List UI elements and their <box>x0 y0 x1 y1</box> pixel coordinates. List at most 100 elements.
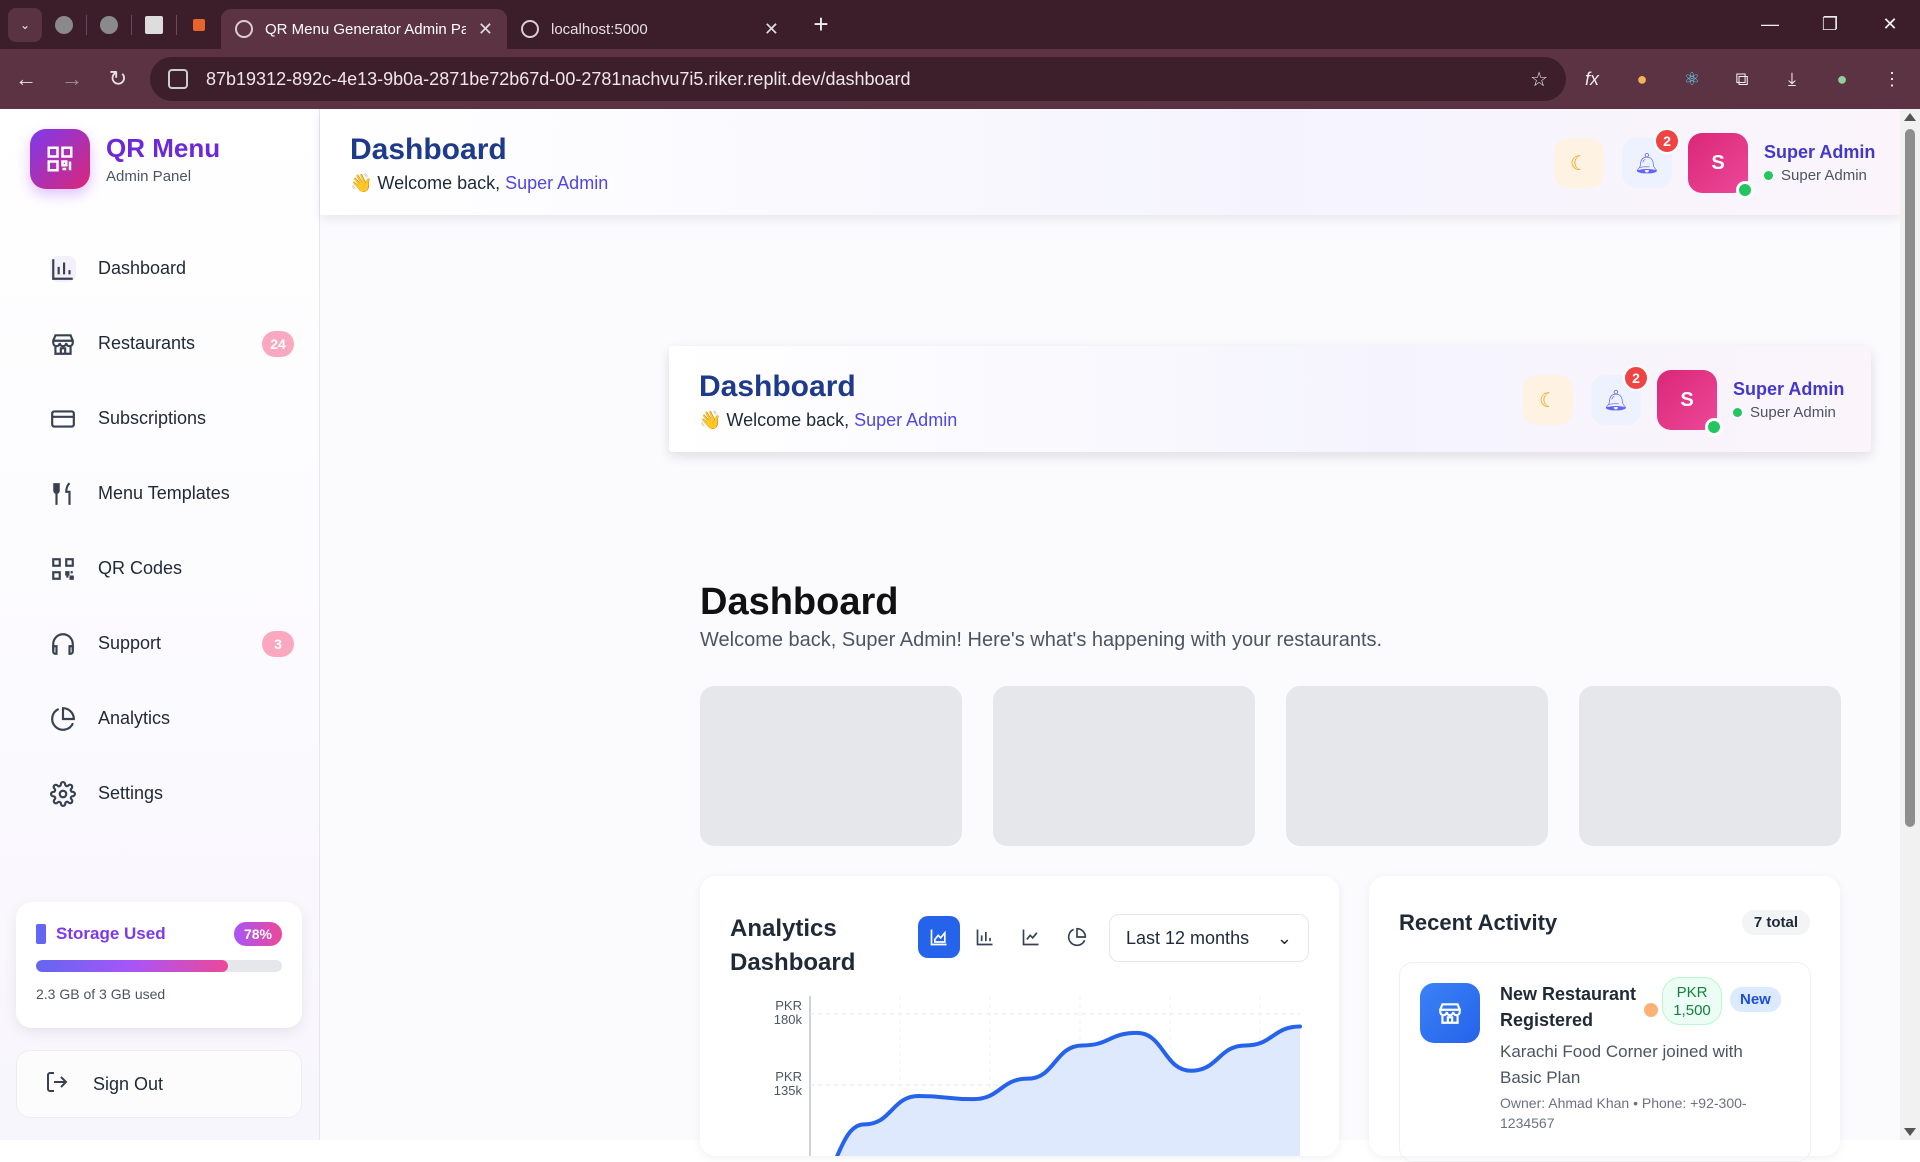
sidebar-item-label: Support <box>98 633 162 653</box>
sidebar-item-label: Settings <box>98 783 164 803</box>
pinned-tab-2[interactable] <box>87 7 131 43</box>
pinned-tab-1[interactable] <box>42 7 86 43</box>
user-role: Super Admin <box>1764 167 1875 184</box>
app-root: QR Menu Admin Panel Dashboard Restaurant… <box>0 109 1920 1162</box>
activity-count-badge: 7 total <box>1741 910 1810 935</box>
activity-owner: Owner: Ahmad Khan • Phone: +92-300-12345… <box>1500 1095 1747 1131</box>
sign-out-button[interactable]: Sign Out <box>16 1050 302 1118</box>
storage-used-text: 2.3 GB of 3 GB used <box>36 986 166 1002</box>
pie-chart-button[interactable] <box>1056 916 1098 958</box>
storage-icon <box>36 924 46 944</box>
forward-icon[interactable]: → <box>52 59 92 99</box>
brand-title: QR Menu <box>106 133 221 163</box>
user-info[interactable]: Super Admin Super Admin <box>1764 142 1875 184</box>
user-info[interactable]: Super Admin Super Admin <box>1733 379 1844 421</box>
browser-menu-icon[interactable]: ⋮ <box>1874 59 1910 99</box>
count-badge: 24 <box>262 331 294 357</box>
activity-item[interactable]: New Restaurant Registered PKR 1,500 New … <box>1399 962 1811 1162</box>
new-tab-button[interactable]: + <box>803 9 839 40</box>
restore-icon[interactable]: ❐ <box>1800 0 1860 49</box>
online-indicator <box>1736 181 1754 199</box>
site-info-icon[interactable] <box>168 69 188 89</box>
y-tick-label: 135k <box>774 1083 803 1098</box>
sidebar-item-subscriptions[interactable]: Subscriptions <box>30 381 300 456</box>
extension-drop-icon[interactable]: ● <box>1624 59 1660 99</box>
activity-description: Karachi Food Corner joined with Basic Pl… <box>1500 1042 1743 1087</box>
bell-icon: 🔔︎ <box>1603 389 1629 412</box>
pinned-tab-4[interactable] <box>177 7 221 43</box>
bell-icon: 🔔︎ <box>1634 152 1660 175</box>
store-icon <box>50 331 76 357</box>
sidebar-item-settings[interactable]: Settings <box>30 756 300 831</box>
pie-chart-icon <box>50 706 76 732</box>
theme-toggle-button[interactable]: ☾ <box>1523 375 1573 425</box>
sidebar-menu: Dashboard Restaurants 24 Subscriptions M… <box>30 231 300 831</box>
notification-count: 2 <box>1623 365 1649 391</box>
sidebar-item-dashboard[interactable]: Dashboard <box>30 231 300 306</box>
y-tick-label: PKR <box>775 998 802 1013</box>
brand[interactable]: QR Menu Admin Panel <box>30 129 220 189</box>
scrollbar-thumb[interactable] <box>1905 129 1915 827</box>
avatar[interactable]: S <box>1657 370 1723 436</box>
area-chart-button[interactable] <box>918 916 960 958</box>
revenue-area-chart: PKR180kPKR135k <box>774 996 1302 1156</box>
sidebar-item-restaurants[interactable]: Restaurants 24 <box>30 306 300 381</box>
reload-icon[interactable]: ↻ <box>98 59 138 99</box>
close-icon[interactable]: ✕ <box>764 19 779 40</box>
user-name: Super Admin <box>1733 379 1845 399</box>
sign-out-label: Sign Out <box>93 1073 164 1094</box>
status-dot <box>1644 1003 1658 1017</box>
address-input[interactable]: 87b19312-892c-4e13-9b0a-2871be72b67d-00-… <box>150 57 1566 101</box>
extensions-puzzle-icon[interactable]: ⧉ <box>1724 59 1760 99</box>
back-icon[interactable]: ← <box>6 59 46 99</box>
sidebar-item-label: Analytics <box>98 708 171 728</box>
qr-logo-icon <box>30 129 90 189</box>
tab-localhost[interactable]: localhost:5000 ✕ <box>507 9 793 49</box>
user-role: Super Admin <box>1733 404 1844 421</box>
tab-search-button[interactable]: ⌄ <box>8 7 42 42</box>
sidebar: QR Menu Admin Panel Dashboard Restaurant… <box>0 109 320 1140</box>
scroll-up-icon[interactable] <box>1904 113 1916 121</box>
storage-percent-badge: 78% <box>233 922 282 946</box>
notifications-button[interactable]: 🔔︎ 2 <box>1591 365 1649 425</box>
moon-icon: ☾ <box>1539 389 1557 412</box>
storage-label: Storage Used <box>56 924 166 943</box>
dashboard-heading: Dashboard <box>700 581 899 623</box>
storage-widget: Storage Used 78% 2.3 GB of 3 GB used <box>16 902 302 1028</box>
logout-icon <box>45 1070 69 1099</box>
sidebar-item-analytics[interactable]: Analytics <box>30 681 300 756</box>
sidebar-item-label: QR Codes <box>98 558 183 578</box>
page-scrollbar[interactable] <box>1900 109 1920 1140</box>
download-icon[interactable]: ⤓ <box>1774 59 1810 99</box>
theme-toggle-button[interactable]: ☾ <box>1554 138 1604 188</box>
top-header: Dashboard 👋 Welcome back, Super Admin ☾ … <box>320 109 1900 215</box>
qr-code-icon <box>50 556 76 582</box>
close-window-icon[interactable]: ✕ <box>1860 0 1920 49</box>
bookmark-star-icon[interactable]: ☆ <box>1530 67 1548 92</box>
brand-subtitle: Admin Panel <box>106 168 192 185</box>
sidebar-item-qr-codes[interactable]: QR Codes <box>30 531 300 606</box>
globe-icon <box>235 20 253 38</box>
extension-react-icon[interactable]: ⚛ <box>1674 59 1710 99</box>
extension-fx-icon[interactable]: fx <box>1574 59 1610 99</box>
scroll-down-icon[interactable] <box>1904 1128 1916 1136</box>
close-icon[interactable]: ✕ <box>478 19 493 40</box>
storage-progress-bar <box>36 960 282 972</box>
area-fill <box>810 1026 1300 1156</box>
pinned-tab-3[interactable] <box>132 7 176 43</box>
bar-chart-button[interactable] <box>964 916 1006 958</box>
moon-icon: ☾ <box>1570 152 1588 175</box>
tab-qr-admin[interactable]: QR Menu Generator Admin Panel ✕ <box>221 9 507 49</box>
date-range-select[interactable]: Last 12 months ⌄ <box>1109 914 1309 962</box>
sidebar-item-support[interactable]: Support 3 <box>30 606 300 681</box>
line-chart-button[interactable] <box>1010 916 1052 958</box>
content-header: Dashboard 👋 Welcome back, Super Admin ☾ … <box>669 346 1871 452</box>
notifications-button[interactable]: 🔔︎ 2 <box>1622 128 1680 188</box>
avatar[interactable]: S <box>1688 133 1754 199</box>
stat-card-skeleton <box>1579 686 1841 846</box>
address-bar-row: ← → ↻ 87b19312-892c-4e13-9b0a-2871be72b6… <box>0 49 1920 109</box>
profile-icon[interactable]: ● <box>1824 59 1860 99</box>
sidebar-item-menu-templates[interactable]: Menu Templates <box>30 456 300 531</box>
stat-card-skeleton <box>993 686 1255 846</box>
minimize-icon[interactable]: — <box>1740 0 1800 49</box>
